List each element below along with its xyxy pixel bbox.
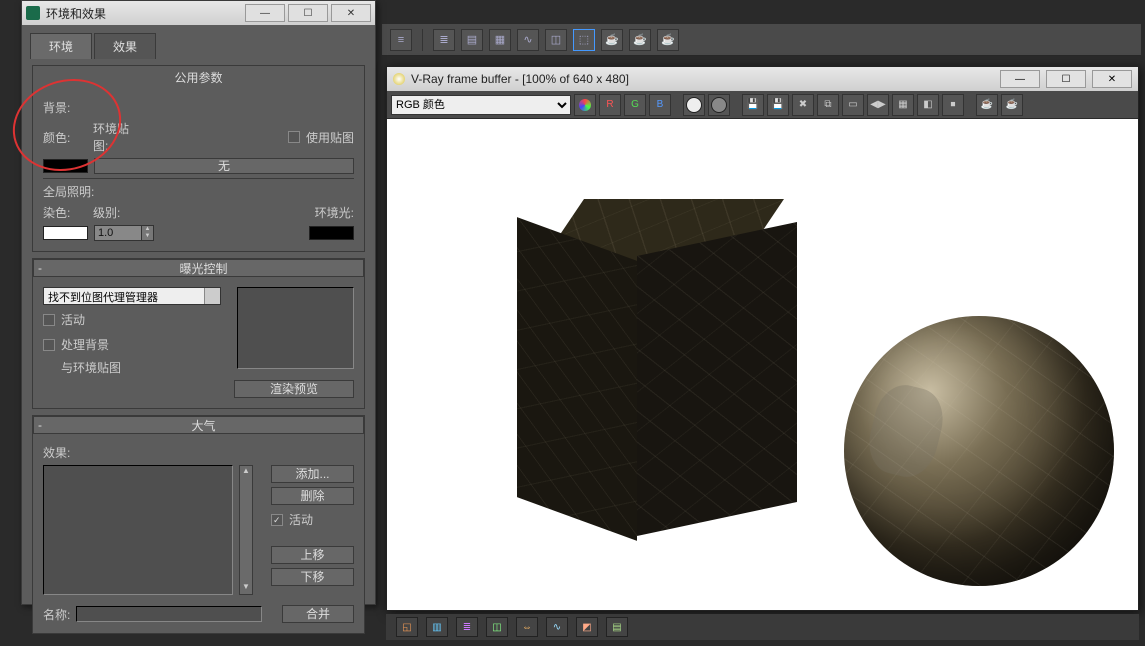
env-tabs: 环境 效果 [22,25,375,59]
toolbar-icon[interactable]: ≡ [390,29,412,51]
color-label: 颜色: [43,129,87,146]
background-color-swatch[interactable] [43,159,88,173]
atmosphere-panel: - 大气 效果: ▲▼ 添加... 删除 活动 上移 下移 [32,415,365,634]
channel-dropdown[interactable]: RGB 颜色 [391,95,571,115]
effects-scrollbar[interactable]: ▲▼ [239,465,253,595]
blue-channel-button[interactable]: B [649,94,671,116]
tab-environment[interactable]: 环境 [30,33,92,59]
status-icon-2[interactable]: ▥ [426,617,448,637]
vray-frame-buffer-window: V-Ray frame buffer - [100% of 640 x 480]… [386,66,1139,611]
exposure-type-dropdown[interactable]: 找不到位图代理管理器 ▼ [43,287,221,305]
vfb-title: V-Ray frame buffer - [100% of 640 x 480] [411,72,994,86]
vray-logo-icon [393,73,405,85]
save-icon[interactable]: 💾 [742,94,764,116]
env-map-label: 环境贴图: [93,120,133,154]
material-icon[interactable]: ⬚ [573,29,595,51]
status-icon-4[interactable]: ◫ [486,617,508,637]
exposure-rollout-header[interactable]: - 曝光控制 [33,259,364,277]
use-map-label: 使用贴图 [306,129,354,146]
vfb-toolbar: RGB 颜色 R G B 💾 💾 ✖ ⧉ ▭ ◀▶ ▦ ◧ ⏹ ☕ ☕ [387,91,1138,119]
link-pdplayer-icon[interactable]: ▦ [892,94,914,116]
level-spinner[interactable]: ▲▼ [94,225,154,241]
clear-icon[interactable]: ✖ [792,94,814,116]
teapot3-icon[interactable]: ☕ [657,29,679,51]
merge-button[interactable]: 合并 [282,605,354,623]
use-map-checkbox[interactable] [288,131,300,143]
ambient-label: 环境光: [315,204,354,221]
dropdown-arrow-icon[interactable]: ▼ [204,288,220,304]
process-bg-checkbox[interactable] [43,339,55,351]
effect-name-field[interactable] [76,606,262,622]
status-icon-7[interactable]: ◩ [576,617,598,637]
common-params-panel: 公用参数 背景: 颜色: 环境贴图: 使用贴图 无 全局照明: 染色: [32,65,365,252]
name-label: 名称: [43,606,70,623]
app-logo-icon [26,6,40,20]
status-icon-8[interactable]: ▤ [606,617,628,637]
rendered-cube [517,199,797,519]
track-mouse-icon[interactable]: ◀▶ [867,94,889,116]
mono-white-icon[interactable] [683,94,705,116]
save-all-icon[interactable]: 💾 [767,94,789,116]
atmosphere-rollout-header[interactable]: - 大气 [33,416,364,434]
teapot2-icon[interactable]: ☕ [629,29,651,51]
render-preview-button[interactable]: 渲染预览 [234,380,354,398]
layers-icon[interactable]: ▤ [461,29,483,51]
env-map-button[interactable]: 无 [94,158,354,174]
align-icon[interactable]: ≣ [433,29,455,51]
common-params-header: 公用参数 [33,66,364,89]
bottom-status-toolbar: ◱ ▥ ≣ ◫ ⇔ ∿ ◩ ▤ [386,614,1139,640]
rendered-sphere [844,316,1114,586]
copy-icon[interactable]: ⧉ [817,94,839,116]
schematic-icon[interactable]: ◫ [545,29,567,51]
render-last-icon[interactable]: ☕ [976,94,998,116]
tint-label: 染色: [43,204,87,221]
effects-label: 效果: [43,444,70,461]
main-app-toolbar: ≡ ≣ ▤ ▦ ∿ ◫ ⬚ ☕ ☕ ☕ [382,24,1141,56]
level-label: 级别: [93,204,141,221]
stop-icon[interactable]: ⏹ [942,94,964,116]
tint-color-swatch[interactable] [43,226,88,240]
status-icon-1[interactable]: ◱ [396,617,418,637]
rgb-icon[interactable] [574,94,596,116]
atmos-active-checkbox[interactable] [271,514,283,526]
close-button[interactable]: ✕ [331,4,371,22]
level-input[interactable] [94,225,142,241]
global-illum-label: 全局照明: [43,183,103,200]
tab-effects[interactable]: 效果 [94,33,156,59]
maximize-button[interactable]: ☐ [288,4,328,22]
vfb-minimize-button[interactable]: — [1000,70,1040,88]
env-titlebar[interactable]: 环境和效果 — ☐ ✕ [22,1,375,25]
status-icon-6[interactable]: ∿ [546,617,568,637]
teapot-icon[interactable]: ☕ [601,29,623,51]
render-icon[interactable]: ☕ [1001,94,1023,116]
graph-icon[interactable]: ▦ [489,29,511,51]
correction-icon[interactable]: ◧ [917,94,939,116]
status-icon-3[interactable]: ≣ [456,617,478,637]
curve-icon[interactable]: ∿ [517,29,539,51]
move-up-button[interactable]: 上移 [271,546,354,564]
ambient-color-swatch[interactable] [309,226,354,240]
effects-listbox[interactable] [43,465,233,595]
region-icon[interactable]: ▭ [842,94,864,116]
red-channel-button[interactable]: R [599,94,621,116]
status-icon-5[interactable]: ⇔ [516,617,538,637]
environment-dialog: 环境和效果 — ☐ ✕ 环境 效果 公用参数 背景: 颜色: 环境贴图: 使用贴… [21,0,376,605]
vfb-maximize-button[interactable]: ☐ [1046,70,1086,88]
exposure-preview [237,287,354,369]
mono-gray-icon[interactable] [708,94,730,116]
add-effect-button[interactable]: 添加... [271,465,354,483]
vfb-titlebar[interactable]: V-Ray frame buffer - [100% of 640 x 480]… [387,67,1138,91]
exposure-active-checkbox[interactable] [43,314,55,326]
background-label: 背景: [43,99,87,116]
env-title: 环境和效果 [46,5,242,22]
minimize-button[interactable]: — [245,4,285,22]
vfb-close-button[interactable]: ✕ [1092,70,1132,88]
delete-effect-button[interactable]: 删除 [271,487,354,505]
green-channel-button[interactable]: G [624,94,646,116]
exposure-panel: - 曝光控制 找不到位图代理管理器 ▼ 活动 处理背景 与环境贴图 [32,258,365,409]
vfb-render-view[interactable] [387,119,1138,610]
move-down-button[interactable]: 下移 [271,568,354,586]
